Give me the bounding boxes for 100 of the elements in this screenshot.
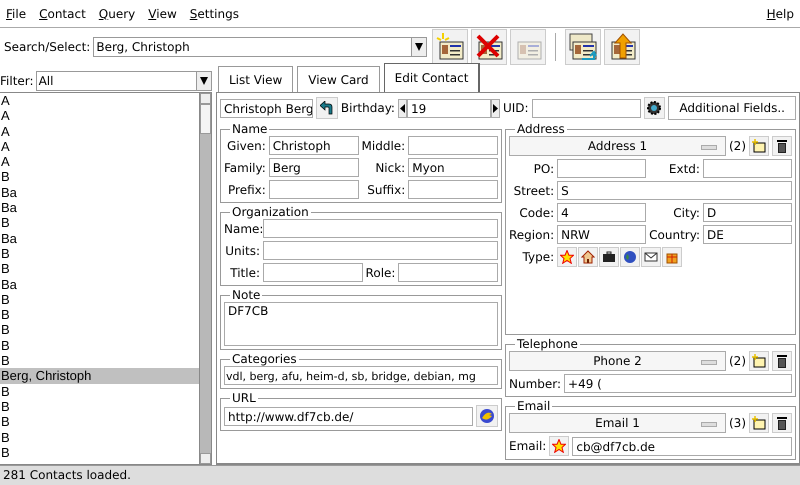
menu-item[interactable]: File: [6, 6, 26, 20]
birthday-field[interactable]: 19: [406, 98, 491, 118]
categories-field[interactable]: vdl, berg, afu, heim-d, sb, bridge, debian, mg: [224, 366, 498, 385]
preferred-toggle[interactable]: [549, 436, 570, 456]
list-row[interactable]: Ba: [0, 200, 199, 216]
toolbar-button[interactable]: [471, 29, 508, 65]
add-button[interactable]: [749, 413, 769, 433]
tab[interactable]: Edit Contact: [384, 63, 480, 92]
toolbar-button[interactable]: [432, 29, 468, 65]
trash-icon: [776, 416, 788, 430]
menu-item[interactable]: Contact: [39, 6, 86, 20]
list-row[interactable]: Berg, Christoph: [0, 368, 199, 384]
text-field[interactable]: 4: [557, 203, 646, 222]
type-toggle[interactable]: [620, 247, 640, 267]
field-label: Email:: [509, 439, 546, 453]
list-row[interactable]: B: [0, 338, 199, 354]
list-row[interactable]: B: [0, 353, 199, 368]
text-field[interactable]: Myon: [408, 158, 498, 177]
additional-fields-button[interactable]: Additional Fields..: [668, 96, 796, 120]
group-title: URL: [231, 391, 257, 405]
previous-button[interactable]: [398, 98, 407, 118]
text-field[interactable]: [702, 159, 792, 178]
toolbar-button[interactable]: [565, 29, 602, 65]
type-toggle[interactable]: [641, 247, 662, 267]
type-toggle[interactable]: [662, 247, 682, 267]
tab[interactable]: List View: [218, 66, 294, 92]
menu-item[interactable]: Settings: [190, 6, 239, 20]
generate-button[interactable]: [644, 97, 666, 119]
type-toggle[interactable]: [599, 247, 620, 267]
cards-icon: [568, 32, 598, 62]
email-selector[interactable]: Email 1: [509, 413, 726, 433]
list-row[interactable]: B: [0, 292, 199, 308]
group-title: Telephone: [516, 337, 579, 351]
list-row[interactable]: A: [0, 124, 199, 139]
street-field[interactable]: S: [557, 181, 792, 200]
add-button[interactable]: [749, 351, 769, 371]
text-field[interactable]: [408, 136, 498, 155]
menu-item[interactable]: View: [148, 6, 177, 20]
new-document-icon: [752, 354, 766, 368]
list-row[interactable]: A: [0, 108, 199, 124]
menu-item[interactable]: Help: [766, 6, 794, 20]
list-row[interactable]: A: [0, 138, 199, 154]
list-row[interactable]: B: [0, 307, 199, 322]
phone-number-field[interactable]: +49 (: [564, 374, 792, 393]
dropdown-arrow-icon: [200, 76, 208, 86]
list-row[interactable]: B: [0, 215, 199, 231]
list-row[interactable]: B: [0, 322, 199, 338]
text-field[interactable]: [557, 159, 646, 178]
note-field[interactable]: DF7CB: [224, 302, 498, 346]
text-field[interactable]: [263, 219, 498, 238]
list-row[interactable]: B: [0, 384, 199, 399]
add-button[interactable]: [749, 136, 769, 156]
list-row[interactable]: Ba: [0, 276, 199, 292]
address-selector[interactable]: Address 1: [509, 136, 726, 156]
list-row[interactable]: Ba: [0, 184, 199, 200]
type-toggle[interactable]: [578, 247, 598, 267]
field-label: Extd:: [668, 162, 700, 176]
list-row[interactable]: B: [0, 430, 199, 445]
text-field[interactable]: Berg: [268, 158, 359, 177]
text-field[interactable]: [263, 263, 363, 282]
text-field[interactable]: [263, 241, 498, 260]
text-field[interactable]: Christoph: [268, 136, 359, 155]
undo-button[interactable]: [316, 97, 338, 119]
group-title: Address: [516, 122, 566, 136]
list-row[interactable]: B: [0, 414, 199, 430]
delete-button[interactable]: [772, 351, 792, 371]
list-row[interactable]: B: [0, 169, 199, 185]
url-field[interactable]: http://www.df7cb.de/: [224, 406, 473, 426]
list-row[interactable]: Ba: [0, 230, 199, 246]
list-row[interactable]: B: [0, 398, 199, 414]
list-row[interactable]: B: [0, 261, 199, 277]
delete-button[interactable]: [772, 413, 792, 433]
list-row[interactable]: B: [0, 246, 199, 262]
phone-selector[interactable]: Phone 2: [509, 351, 726, 371]
email-field[interactable]: cb@df7cb.de: [572, 436, 792, 456]
delete-button[interactable]: [772, 136, 792, 156]
field-label: Name:: [224, 222, 260, 236]
field-label: Region:: [509, 228, 554, 242]
text-field[interactable]: [408, 180, 498, 199]
text-field[interactable]: [398, 263, 498, 282]
text-field[interactable]: D: [702, 203, 792, 222]
tab[interactable]: View Card: [297, 66, 380, 92]
text-field[interactable]: NRW: [557, 225, 646, 244]
search-field[interactable]: Berg, Christoph: [93, 37, 428, 57]
text-field[interactable]: [268, 180, 359, 199]
field-label: Prefix:: [227, 182, 266, 196]
list-row[interactable]: B: [0, 444, 199, 460]
type-toggle[interactable]: [557, 247, 578, 267]
search-label: Search/Select:: [4, 40, 90, 54]
display-name-field[interactable]: Christoph Berg: [220, 98, 314, 118]
toolbar-button[interactable]: [604, 29, 640, 65]
open-url-button[interactable]: [476, 405, 498, 427]
filter-dropdown[interactable]: All: [36, 71, 212, 91]
menu-item[interactable]: Query: [98, 6, 136, 20]
text-field[interactable]: DE: [702, 225, 792, 244]
group-title: Organization: [231, 205, 310, 219]
uid-field[interactable]: [532, 98, 641, 118]
list-row[interactable]: A: [0, 154, 199, 170]
list-row[interactable]: A: [0, 93, 199, 108]
scrollbar[interactable]: [199, 93, 211, 464]
